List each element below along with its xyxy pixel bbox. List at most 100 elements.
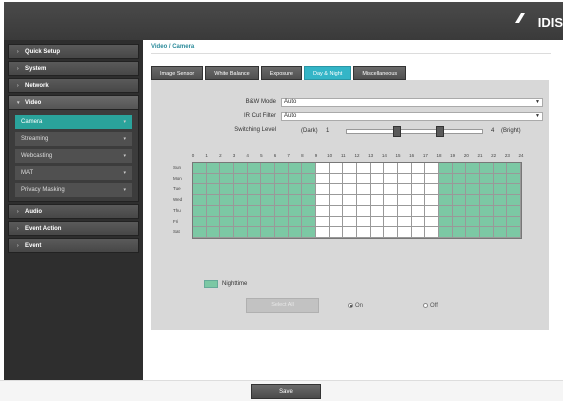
tab-day-night[interactable]: Day & Night <box>303 66 352 80</box>
schedule-cell[interactable] <box>452 205 467 217</box>
schedule-cell[interactable] <box>439 184 453 196</box>
schedule-cell[interactable] <box>452 195 467 206</box>
schedule-cell[interactable] <box>452 163 467 174</box>
schedule-cell[interactable] <box>384 195 398 206</box>
schedule-cell[interactable] <box>261 205 275 217</box>
schedule-cell[interactable] <box>507 227 521 238</box>
schedule-cell[interactable] <box>411 173 426 185</box>
schedule-cell[interactable] <box>234 216 248 228</box>
schedule-cell[interactable] <box>493 163 508 174</box>
schedule-cell[interactable] <box>398 216 412 228</box>
schedule-cell[interactable] <box>316 184 330 196</box>
schedule-cell[interactable] <box>343 163 357 174</box>
schedule-cell[interactable] <box>480 195 494 206</box>
schedule-cell[interactable] <box>193 195 207 206</box>
schedule-cell[interactable] <box>452 216 467 228</box>
schedule-cell[interactable] <box>425 173 439 185</box>
schedule-cell[interactable] <box>493 216 508 228</box>
schedule-cell[interactable] <box>261 195 275 206</box>
schedule-cell[interactable] <box>220 195 234 206</box>
schedule-cell[interactable] <box>466 227 480 238</box>
schedule-cell[interactable] <box>384 227 398 238</box>
schedule-cell[interactable] <box>452 184 467 196</box>
schedule-cell[interactable] <box>288 173 303 185</box>
schedule-cell[interactable] <box>384 184 398 196</box>
schedule-cell[interactable] <box>343 227 357 238</box>
schedule-cell[interactable] <box>288 205 303 217</box>
schedule-cell[interactable] <box>302 195 316 206</box>
schedule-cell[interactable] <box>343 216 357 228</box>
schedule-cell[interactable] <box>343 173 357 185</box>
schedule-cell[interactable] <box>206 227 221 238</box>
schedule-cell[interactable] <box>316 173 330 185</box>
sidebar-item-event[interactable]: › Event <box>8 238 139 253</box>
schedule-cell[interactable] <box>329 195 344 206</box>
schedule-cell[interactable] <box>234 163 248 174</box>
schedule-cell[interactable] <box>247 173 262 185</box>
schedule-cell[interactable] <box>357 195 371 206</box>
schedule-cell[interactable] <box>316 163 330 174</box>
schedule-cell[interactable] <box>466 216 480 228</box>
schedule-cell[interactable] <box>411 195 426 206</box>
schedule-cell[interactable] <box>398 163 412 174</box>
schedule-cell[interactable] <box>247 184 262 196</box>
radio-off[interactable]: Off <box>423 303 438 309</box>
schedule-cell[interactable] <box>439 205 453 217</box>
schedule-cell[interactable] <box>275 173 289 185</box>
schedule-cell[interactable] <box>288 195 303 206</box>
schedule-cell[interactable] <box>288 227 303 238</box>
sidebar-subitem-camera[interactable]: Camera ▾ <box>15 115 132 129</box>
schedule-cell[interactable] <box>370 205 385 217</box>
schedule-cell[interactable] <box>261 216 275 228</box>
schedule-cell[interactable] <box>247 163 262 174</box>
schedule-cell[interactable] <box>425 184 439 196</box>
schedule-cell[interactable] <box>247 227 262 238</box>
schedule-cell[interactable] <box>288 184 303 196</box>
schedule-cell[interactable] <box>329 227 344 238</box>
schedule-cell[interactable] <box>261 163 275 174</box>
schedule-cell[interactable] <box>411 184 426 196</box>
schedule-cell[interactable] <box>466 205 480 217</box>
tab-image-sensor[interactable]: Image Sensor <box>151 66 204 80</box>
schedule-cell[interactable] <box>193 163 207 174</box>
schedule-cell[interactable] <box>507 173 521 185</box>
schedule-cell[interactable] <box>357 205 371 217</box>
schedule-cell[interactable] <box>425 195 439 206</box>
schedule-cell[interactable] <box>398 195 412 206</box>
schedule-cell[interactable] <box>493 195 508 206</box>
schedule-cell[interactable] <box>493 173 508 185</box>
schedule-cell[interactable] <box>302 227 316 238</box>
schedule-cell[interactable] <box>480 163 494 174</box>
schedule-cell[interactable] <box>370 173 385 185</box>
schedule-cell[interactable] <box>452 227 467 238</box>
schedule-cell[interactable] <box>316 195 330 206</box>
schedule-cell[interactable] <box>439 216 453 228</box>
schedule-cell[interactable] <box>370 163 385 174</box>
tab-exposure[interactable]: Exposure <box>260 66 302 80</box>
schedule-cell[interactable] <box>439 173 453 185</box>
tab-white-balance[interactable]: White Balance <box>205 66 259 80</box>
schedule-cell[interactable] <box>507 216 521 228</box>
schedule-cell[interactable] <box>193 173 207 185</box>
sidebar-subitem-privacy-masking[interactable]: Privacy Masking ▾ <box>15 183 132 197</box>
schedule-cell[interactable] <box>507 163 521 174</box>
schedule-cell[interactable] <box>316 216 330 228</box>
tab-miscellaneous[interactable]: Miscellaneous <box>353 66 407 80</box>
schedule-cell[interactable] <box>302 205 316 217</box>
schedule-cell[interactable] <box>425 205 439 217</box>
schedule-cell[interactable] <box>370 184 385 196</box>
radio-on[interactable]: On <box>348 303 363 309</box>
schedule-cell[interactable] <box>411 216 426 228</box>
schedule-cell[interactable] <box>370 216 385 228</box>
schedule-cell[interactable] <box>370 227 385 238</box>
schedule-cell[interactable] <box>439 227 453 238</box>
schedule-cell[interactable] <box>425 227 439 238</box>
ir-cut-filter-select[interactable]: Auto ▼ <box>281 112 543 121</box>
schedule-cell[interactable] <box>275 184 289 196</box>
schedule-cell[interactable] <box>398 227 412 238</box>
schedule-cell[interactable] <box>206 184 221 196</box>
schedule-cell[interactable] <box>411 163 426 174</box>
schedule-cell[interactable] <box>439 163 453 174</box>
schedule-cell[interactable] <box>193 227 207 238</box>
schedule-cell[interactable] <box>193 184 207 196</box>
